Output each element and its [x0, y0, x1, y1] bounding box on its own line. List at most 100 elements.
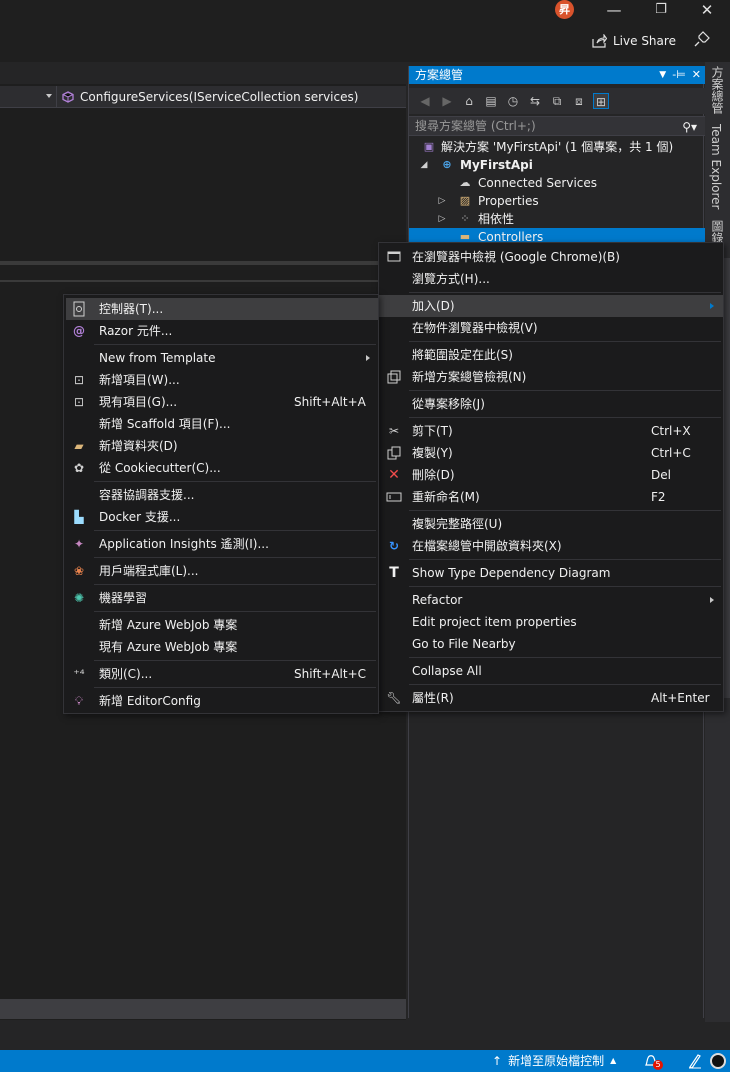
menu-item-view-in-browser[interactable]: 在瀏覽器中檢視 (Google Chrome)(B) [379, 246, 723, 268]
side-tab-team-explorer[interactable]: Team Explorer [709, 124, 723, 210]
type-dropdown[interactable] [0, 86, 57, 108]
close-button[interactable]: ✕ [687, 0, 727, 22]
side-tab-other[interactable]: 圖錄 [709, 220, 726, 244]
pending-changes-icon[interactable]: ◷ [505, 93, 521, 109]
menu-item-view-in-object-browser[interactable]: 在物件瀏覽器中檢視(V) [379, 317, 723, 339]
solution-search-input[interactable]: 搜尋方案總管 (Ctrl+;) ⚲▾ [409, 116, 705, 136]
menu-item-collapse-all[interactable]: Collapse All [379, 660, 723, 682]
collapse-all-icon[interactable]: ⧉ [549, 93, 565, 109]
menu-item-open-folder-in-explorer[interactable]: ↻ 在檔案總管中開啟資料夾(X) [379, 535, 723, 557]
connected-services-icon: ☁ [459, 176, 471, 189]
member-dropdown[interactable]: ConfigureServices(IServiceCollection ser… [62, 89, 358, 105]
menu-item-scope-to-this[interactable]: 將範圍設定在此(S) [379, 344, 723, 366]
menu-item-rename[interactable]: 重新命名(M) F2 [379, 486, 723, 508]
menu-item-existing-item[interactable]: ⊡ 現有項目(G)... Shift+Alt+A [66, 391, 378, 413]
menu-shortcut: Alt+Enter [651, 691, 710, 705]
tree-item-label: MyFirstApi [460, 158, 533, 172]
menu-item-razor-component[interactable]: @ Razor 元件... [66, 320, 378, 342]
menu-item-label: 新增 EditorConfig [99, 694, 201, 708]
menu-item-new-editorconfig[interactable]: 💡︎ 新增 EditorConfig [66, 690, 378, 712]
menu-item-new-folder[interactable]: ▰ 新增資料夾(D) [66, 435, 378, 457]
restore-button[interactable]: ❐ [641, 0, 681, 22]
preview-selected-icon[interactable]: ⊞ [593, 93, 609, 109]
submenu-arrow-icon [710, 597, 714, 603]
collapsed-arrow-icon[interactable]: ▷ [437, 192, 447, 210]
share-icon [592, 34, 607, 48]
back-icon[interactable]: ◀ [417, 93, 433, 109]
menu-item-browse-with[interactable]: 瀏覽方式(H)... [379, 268, 723, 290]
menu-item-label: 屬性(R) [412, 691, 454, 705]
menu-item-container-orchestrator-support[interactable]: 容器協調器支援... [66, 484, 378, 506]
horizontal-scrollbar[interactable] [0, 999, 406, 1019]
tree-item-project[interactable]: ◢ ⊕ MyFirstApi [409, 156, 705, 174]
new-item-icon: ⊡ [73, 373, 85, 387]
sync-icon[interactable]: ⇆ [527, 93, 543, 109]
close-icon[interactable]: ✕ [692, 66, 701, 84]
menu-item-new-solution-explorer-view[interactable]: 新增方案總管檢視(N) [379, 366, 723, 388]
menu-item-label: 類別(C)... [99, 667, 153, 681]
editor-navigation-bar: ConfigureServices(IServiceCollection ser… [0, 86, 406, 108]
menu-item-show-type-dependency-diagram[interactable]: T Show Type Dependency Diagram [379, 562, 723, 584]
web-project-icon: ⊕ [442, 158, 452, 171]
forward-icon[interactable]: ▶ [439, 93, 455, 109]
menu-item-docker-support[interactable]: ▙ Docker 支援... [66, 506, 378, 528]
side-tab-solution-explorer[interactable]: 方案總管 [709, 66, 726, 114]
menu-shortcut: Ctrl+C [651, 446, 691, 460]
menu-item-add[interactable]: 加入(D) [379, 295, 723, 317]
menu-item-remove-from-project[interactable]: 從專案移除(J) [379, 393, 723, 415]
menu-item-label: 新增項目(W)... [99, 373, 180, 387]
menu-item-refactor[interactable]: Refactor [379, 589, 723, 611]
menu-item-label: Application Insights 遙測(I)... [99, 537, 269, 551]
user-avatar[interactable]: 昇 [555, 0, 574, 19]
home-icon[interactable]: ⌂ [461, 93, 477, 109]
menu-separator [94, 584, 376, 585]
tree-item-properties[interactable]: ▷ ▨ Properties [409, 192, 705, 210]
menu-item-class[interactable]: ⁺⁴ 類別(C)... Shift+Alt+C [66, 663, 378, 685]
pin-icon[interactable]: -⊨ [672, 66, 686, 84]
menu-item-client-side-library[interactable]: ❀ 用戶端程式庫(L)... [66, 560, 378, 582]
vertical-scrollbar[interactable] [724, 258, 730, 698]
up-arrow-icon: ↑ [492, 1054, 503, 1068]
tree-item-controllers[interactable]: ▬ Controllers [409, 228, 705, 242]
menu-item-new-from-template[interactable]: New from Template [66, 347, 378, 369]
menu-item-edit-project-item-properties[interactable]: Edit project item properties [379, 611, 723, 633]
menu-item-machine-learning[interactable]: ✺ 機器學習 [66, 587, 378, 609]
menu-item-cut[interactable]: ✂ 剪下(T) Ctrl+X [379, 420, 723, 442]
menu-item-new-item[interactable]: ⊡ 新增項目(W)... [66, 369, 378, 391]
menu-item-properties[interactable]: 🔧︎ 屬性(R) Alt+Enter [379, 687, 723, 709]
menu-item-new-scaffold-item[interactable]: 新增 Scaffold 項目(F)... [66, 413, 378, 435]
tree-item-connected-services[interactable]: ☁ Connected Services [409, 174, 705, 192]
menu-item-existing-azure-webjob[interactable]: 現有 Azure WebJob 專案 [66, 636, 378, 658]
tree-item-label: 相依性 [478, 212, 515, 226]
account-status-icon[interactable] [710, 1053, 726, 1069]
menu-item-copy[interactable]: 複製(Y) Ctrl+C [379, 442, 723, 464]
search-icon[interactable]: ⚲▾ [682, 118, 697, 136]
collapsed-arrow-icon[interactable]: ▷ [437, 210, 447, 228]
tree-item-dependencies[interactable]: ▷ ⁘ 相依性 [409, 210, 705, 228]
menu-item-delete[interactable]: ✕ 刪除(D) Del [379, 464, 723, 486]
menu-item-label: 在瀏覽器中檢視 (Google Chrome)(B) [412, 250, 620, 264]
minimize-button[interactable]: — [594, 0, 634, 22]
live-share-button[interactable]: Live Share [592, 33, 676, 49]
source-control-label: 新增至原始檔控制 [508, 1054, 605, 1068]
feedback-icon[interactable] [692, 31, 710, 49]
menu-item-copy-full-path[interactable]: 複製完整路徑(U) [379, 513, 723, 535]
menu-shortcut: Ctrl+X [651, 424, 691, 438]
menu-item-label: Refactor [412, 593, 463, 607]
menu-item-controller[interactable]: 控制器(T)... [66, 298, 378, 320]
menu-item-from-cookiecutter[interactable]: ✿ 從 Cookiecutter(C)... [66, 457, 378, 479]
menu-item-label: 剪下(T) [412, 424, 453, 438]
menu-item-application-insights[interactable]: ✦ Application Insights 遙測(I)... [66, 533, 378, 555]
add-to-source-control-button[interactable]: ↑ 新增至原始檔控制 ▲ [492, 1050, 616, 1072]
menu-item-label: 新增 Scaffold 項目(F)... [99, 417, 231, 431]
show-all-files-icon[interactable]: ⧈ [571, 93, 587, 109]
menu-item-label: 加入(D) [412, 299, 455, 313]
switch-views-icon[interactable]: ▤ [483, 93, 499, 109]
tree-item-solution[interactable]: ▣ 解決方案 'MyFirstApi' (1 個專案，共 1 個) [409, 138, 705, 156]
pencil-feedback-icon[interactable] [688, 1053, 702, 1069]
expanded-arrow-icon[interactable]: ◢ [419, 156, 429, 174]
wrench-icon: 🔧︎ [386, 691, 402, 705]
dropdown-arrow-icon[interactable]: ▼ [659, 66, 666, 84]
menu-item-go-to-file-nearby[interactable]: Go to File Nearby [379, 633, 723, 655]
menu-item-new-azure-webjob[interactable]: 新增 Azure WebJob 專案 [66, 614, 378, 636]
